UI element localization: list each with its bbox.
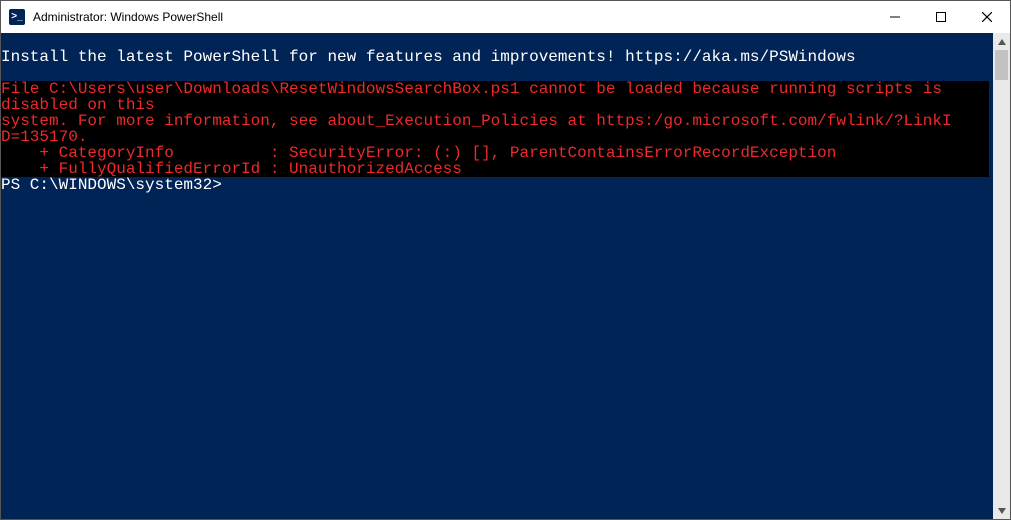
close-icon [982, 12, 992, 22]
vertical-scrollbar[interactable] [993, 33, 1010, 519]
titlebar-left: >_ Administrator: Windows PowerShell [9, 9, 223, 25]
close-button[interactable] [964, 1, 1010, 33]
chevron-down-icon [998, 507, 1006, 515]
prompt-line[interactable]: PS C:\WINDOWS\system32> [1, 177, 993, 193]
terminal[interactable]: Install the latest PowerShell for new fe… [1, 33, 993, 519]
chevron-up-icon [998, 38, 1006, 46]
scrollbar-track[interactable] [993, 50, 1010, 502]
window-title: Administrator: Windows PowerShell [33, 10, 223, 24]
error-line: + CategoryInfo : SecurityError: (:) [], … [1, 145, 989, 161]
scroll-up-button[interactable] [993, 33, 1010, 50]
error-line: disabled on this [1, 97, 989, 113]
minimize-button[interactable] [872, 1, 918, 33]
scrollbar-thumb[interactable] [995, 50, 1008, 80]
blank-line [1, 33, 993, 49]
prompt-text: PS C:\WINDOWS\system32> [1, 176, 222, 194]
powershell-icon: >_ [9, 9, 25, 25]
error-line: D=135170. [1, 129, 989, 145]
error-block: File C:\Users\user\Downloads\ResetWindow… [1, 81, 989, 177]
minimize-icon [890, 12, 900, 22]
blank-line [1, 65, 993, 81]
titlebar[interactable]: >_ Administrator: Windows PowerShell [1, 1, 1010, 33]
error-line: system. For more information, see about_… [1, 113, 989, 129]
window-controls [872, 1, 1010, 33]
terminal-wrap: Install the latest PowerShell for new fe… [1, 33, 1010, 519]
maximize-button[interactable] [918, 1, 964, 33]
maximize-icon [936, 12, 946, 22]
powershell-window: >_ Administrator: Windows PowerShell [0, 0, 1011, 520]
command-input[interactable] [222, 176, 232, 194]
scroll-down-button[interactable] [993, 502, 1010, 519]
error-line: + FullyQualifiedErrorId : UnauthorizedAc… [1, 161, 989, 177]
error-line: File C:\Users\user\Downloads\ResetWindow… [1, 81, 989, 97]
info-line: Install the latest PowerShell for new fe… [1, 49, 993, 65]
